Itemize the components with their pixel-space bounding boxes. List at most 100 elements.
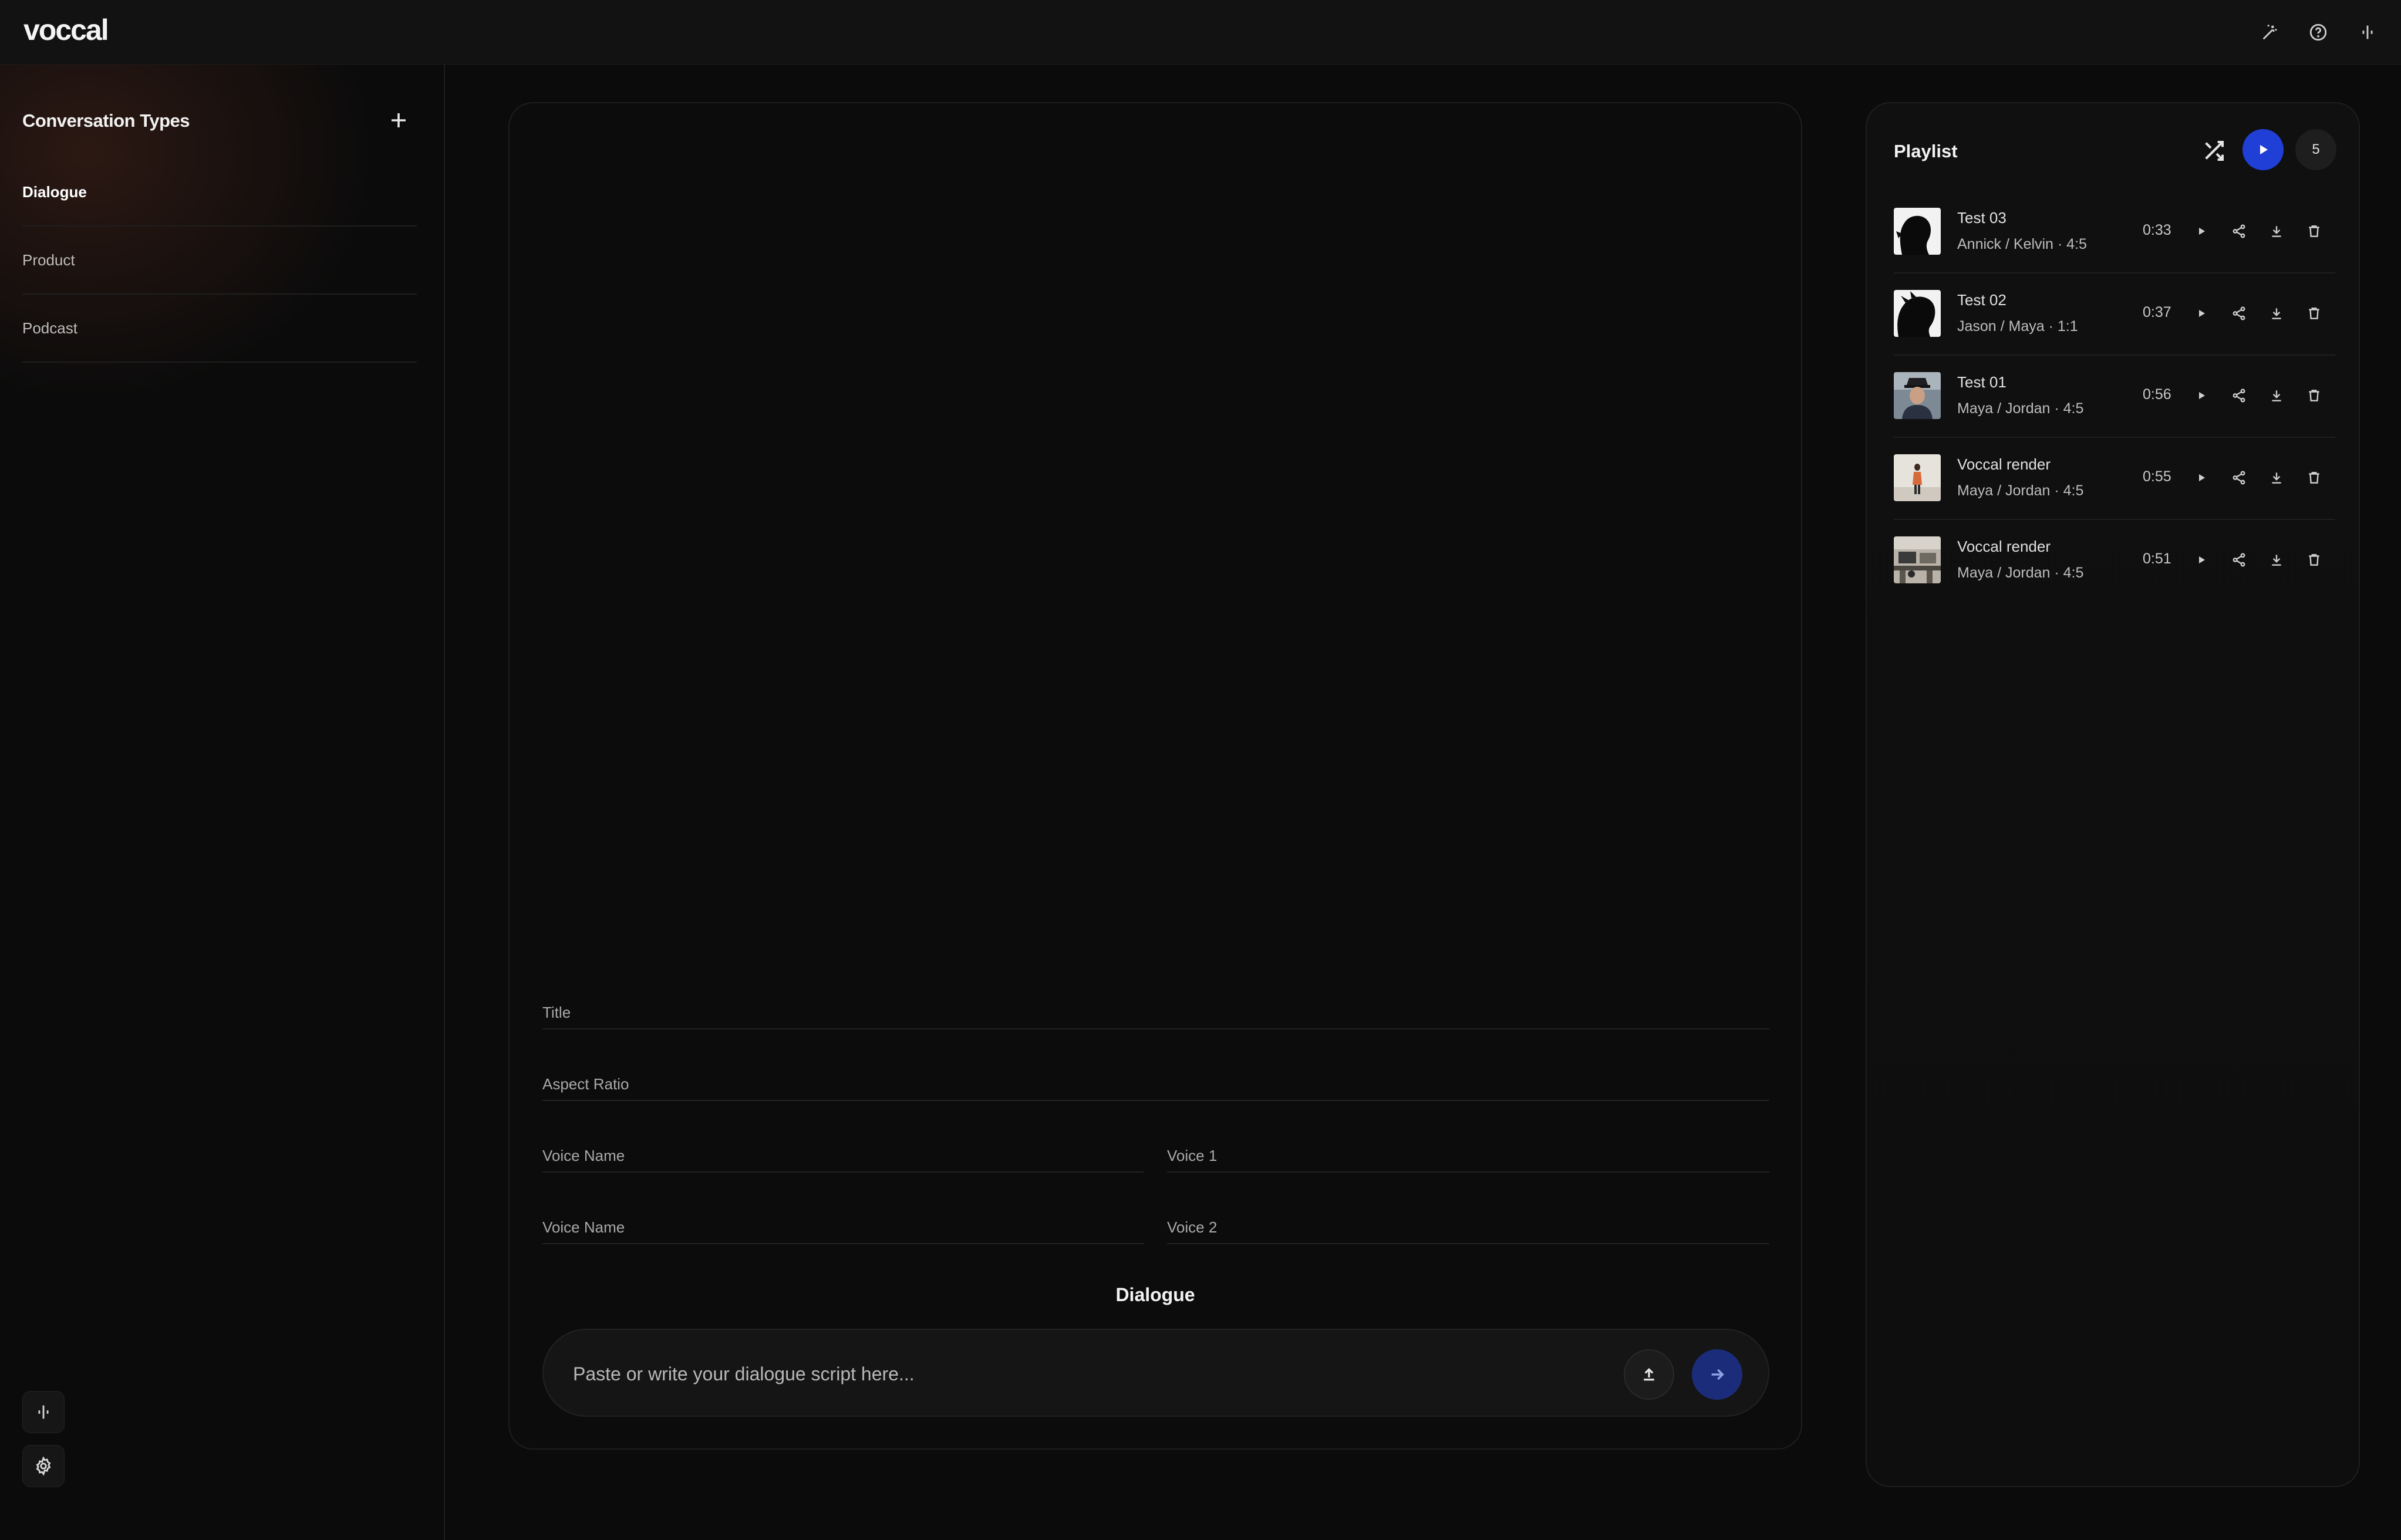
play-all-button[interactable] bbox=[2242, 129, 2284, 170]
thumbnail-image bbox=[1894, 536, 1941, 583]
trash-icon bbox=[2309, 225, 2319, 237]
item-meta: Maya / Jordan · 4:5 bbox=[1957, 482, 2084, 499]
play-button[interactable] bbox=[2190, 384, 2213, 407]
play-icon bbox=[2199, 228, 2205, 235]
voice-1-input[interactable] bbox=[1167, 1146, 1769, 1165]
sidebar-item-label: Product bbox=[22, 251, 75, 269]
script-input[interactable] bbox=[573, 1359, 1571, 1389]
share-icon bbox=[2233, 389, 2245, 403]
share-icon bbox=[2233, 306, 2245, 320]
voice-name-1-field[interactable] bbox=[542, 1140, 1144, 1173]
thumbnail-image bbox=[1894, 208, 1941, 255]
title-field[interactable] bbox=[542, 997, 1769, 1029]
share-button[interactable] bbox=[2227, 302, 2251, 325]
download-button[interactable] bbox=[2265, 302, 2288, 325]
play-button[interactable] bbox=[2190, 548, 2213, 572]
item-title: Voccal render bbox=[1957, 538, 2051, 555]
plus-icon bbox=[392, 113, 406, 127]
voice-2-input[interactable] bbox=[1167, 1218, 1769, 1237]
app-logo[interactable]: voccal bbox=[23, 13, 109, 47]
playlist-item[interactable]: Test 02 Jason / Maya · 1:1 0:37 bbox=[1894, 273, 2335, 356]
download-button[interactable] bbox=[2265, 466, 2288, 489]
item-title: Test 03 bbox=[1957, 209, 2007, 227]
item-meta: Maya / Jordan · 4:5 bbox=[1957, 565, 2084, 581]
play-button[interactable] bbox=[2190, 466, 2213, 489]
play-icon bbox=[2199, 556, 2205, 563]
download-button[interactable] bbox=[2265, 548, 2288, 572]
play-button[interactable] bbox=[2190, 219, 2213, 243]
voice-settings-button[interactable] bbox=[22, 1391, 65, 1433]
download-icon bbox=[2272, 226, 2281, 237]
item-title: Voccal render bbox=[1957, 455, 2051, 473]
voice-name-1-input[interactable] bbox=[542, 1146, 1144, 1165]
download-button[interactable] bbox=[2265, 219, 2288, 243]
thumbnail-image bbox=[1894, 372, 1941, 419]
share-button[interactable] bbox=[2227, 384, 2251, 407]
trash-icon bbox=[2309, 390, 2319, 401]
sidebar-item-label: Podcast bbox=[22, 319, 77, 337]
playlist-panel: Playlist 5 Test 03 Annick / Kelvin · 4:5… bbox=[1866, 102, 2360, 1487]
share-button[interactable] bbox=[2227, 219, 2251, 243]
sidebar-item-product[interactable]: Product bbox=[22, 227, 417, 295]
thumbnail-image bbox=[1894, 454, 1941, 501]
playlist-item[interactable]: Voccal render Maya / Jordan · 4:5 0:51 bbox=[1894, 520, 2335, 602]
share-icon bbox=[2233, 553, 2245, 567]
shuffle-button[interactable] bbox=[2196, 133, 2232, 169]
trash-icon bbox=[2309, 554, 2319, 566]
aspect-ratio-input[interactable] bbox=[542, 1075, 1769, 1093]
sidebar-item-podcast[interactable]: Podcast bbox=[22, 295, 417, 363]
dialogue-editor-panel: Dialogue bbox=[508, 102, 1802, 1450]
item-title: Test 02 bbox=[1957, 291, 2007, 309]
item-duration: 0:51 bbox=[2143, 551, 2171, 567]
download-button[interactable] bbox=[2265, 384, 2288, 407]
dialogue-section-heading: Dialogue bbox=[1115, 1284, 1195, 1305]
share-button[interactable] bbox=[2227, 466, 2251, 489]
item-duration: 0:56 bbox=[2143, 386, 2171, 403]
share-button[interactable] bbox=[2227, 548, 2251, 572]
delete-button[interactable] bbox=[2302, 548, 2326, 572]
delete-button[interactable] bbox=[2302, 384, 2326, 407]
delete-button[interactable] bbox=[2302, 219, 2326, 243]
item-title: Test 01 bbox=[1957, 373, 2007, 391]
voice-name-2-input[interactable] bbox=[542, 1218, 1144, 1237]
playlist-item[interactable]: Voccal render Maya / Jordan · 4:5 0:55 bbox=[1894, 438, 2335, 520]
item-meta: Jason / Maya · 1:1 bbox=[1957, 318, 2078, 335]
play-icon bbox=[2199, 474, 2205, 481]
item-duration: 0:55 bbox=[2143, 468, 2171, 485]
item-duration: 0:37 bbox=[2143, 304, 2171, 320]
playlist-item[interactable]: Test 03 Annick / Kelvin · 4:5 0:33 bbox=[1894, 191, 2335, 273]
delete-button[interactable] bbox=[2302, 466, 2326, 489]
voice-icon[interactable] bbox=[2352, 16, 2383, 48]
settings-button[interactable] bbox=[22, 1445, 65, 1487]
delete-button[interactable] bbox=[2302, 302, 2326, 325]
voice-2-field[interactable] bbox=[1167, 1211, 1769, 1244]
arrow-right-icon bbox=[1711, 1369, 1724, 1380]
playlist-item[interactable]: Test 01 Maya / Jordan · 4:5 0:56 bbox=[1894, 356, 2335, 438]
voice-name-2-field[interactable] bbox=[542, 1211, 1144, 1244]
share-icon bbox=[2233, 471, 2245, 485]
download-icon bbox=[2272, 555, 2281, 566]
play-button[interactable] bbox=[2190, 302, 2213, 325]
playlist-count-badge: 5 bbox=[2295, 129, 2336, 170]
aspect-ratio-field[interactable] bbox=[542, 1068, 1769, 1101]
add-conversation-type-button[interactable] bbox=[385, 107, 412, 134]
shuffle-icon bbox=[2205, 141, 2224, 161]
trash-icon bbox=[2309, 472, 2319, 484]
playlist-list: Test 03 Annick / Kelvin · 4:5 0:33 Test … bbox=[1894, 191, 2335, 602]
thumbnail-image bbox=[1894, 290, 1941, 337]
help-icon[interactable] bbox=[2302, 16, 2334, 48]
play-icon bbox=[2260, 145, 2268, 154]
magic-wand-icon[interactable] bbox=[2254, 16, 2286, 48]
voice-1-field[interactable] bbox=[1167, 1140, 1769, 1173]
upload-script-button[interactable] bbox=[1624, 1349, 1674, 1400]
title-input[interactable] bbox=[542, 1003, 1769, 1022]
share-icon bbox=[2233, 224, 2245, 238]
play-icon bbox=[2199, 310, 2205, 317]
download-icon bbox=[2272, 390, 2281, 401]
generate-button[interactable] bbox=[1692, 1349, 1742, 1400]
sidebar-item-dialogue[interactable]: Dialogue bbox=[22, 158, 417, 227]
voice-icon bbox=[38, 1405, 49, 1419]
trash-icon bbox=[2309, 308, 2319, 319]
upload-icon bbox=[1644, 1367, 1654, 1381]
conversation-type-list: Dialogue Product Podcast bbox=[22, 158, 417, 363]
